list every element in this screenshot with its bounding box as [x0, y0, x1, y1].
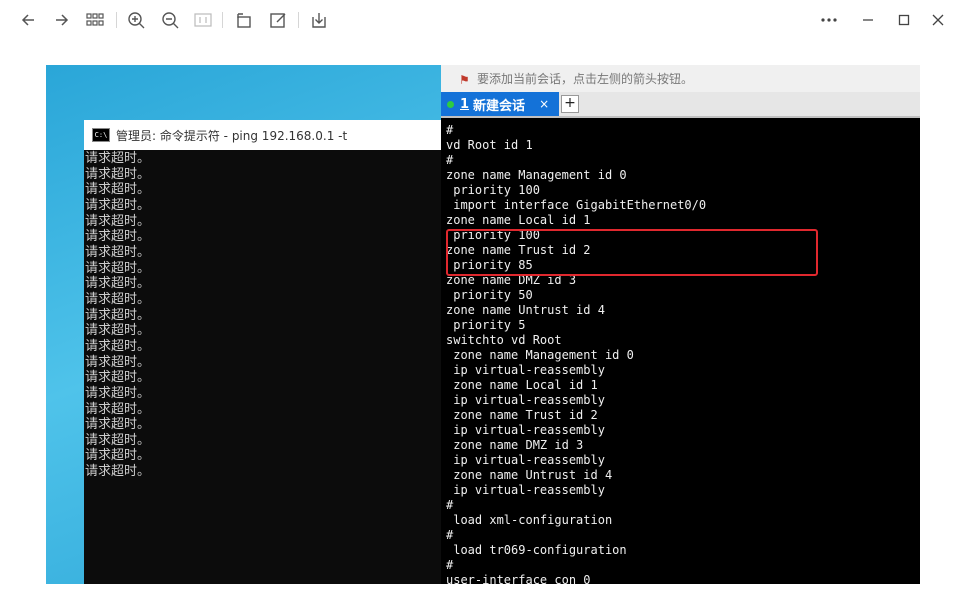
cmd-output-line: 请求超时。	[85, 464, 151, 480]
terminal-output-line: vd Root id 1	[446, 138, 533, 152]
terminal-output-line: priority 50	[446, 288, 533, 302]
terminal-output-line: user-interface con 0	[446, 573, 591, 584]
image-viewport: C:\ 管理员: 命令提示符 - ping 192.168.0.1 -t 请求超…	[46, 65, 920, 584]
terminal-output-line: priority 5	[446, 318, 526, 332]
back-arrow-icon[interactable]	[16, 8, 40, 32]
tab-new-session[interactable]: 1 新建会话 ×	[441, 92, 559, 116]
download-icon[interactable]	[307, 8, 331, 32]
terminal-output-line: load xml-configuration	[446, 513, 613, 527]
highlight-box	[446, 229, 818, 276]
cmd-output-line: 请求超时。	[85, 307, 151, 323]
cmd-output-line: 请求超时。	[85, 229, 151, 245]
viewer-toolbar	[0, 0, 966, 40]
terminal-output-line: ip virtual-reassembly	[446, 423, 605, 437]
terminal-output-line: switchto vd Root	[446, 333, 562, 347]
cmd-output-line: 请求超时。	[85, 354, 151, 370]
cmd-output-line: 请求超时。	[85, 291, 151, 307]
cmd-output: 请求超时。 请求超时。 请求超时。 请求超时。 请求超时。 请求超时。 请求超时。 请求超时。…	[84, 150, 442, 480]
terminal-output-line: zone name Management id 0	[446, 348, 634, 362]
session-tab-bar: 1 新建会话 × +	[441, 92, 920, 118]
more-icon[interactable]	[817, 8, 841, 32]
add-tab-button[interactable]: +	[561, 95, 579, 113]
terminal-output-line: ip virtual-reassembly	[446, 363, 605, 377]
terminal-output-line: ip virtual-reassembly	[446, 483, 605, 497]
connected-status-icon	[447, 100, 454, 108]
cmd-output-line: 请求超时。	[85, 401, 151, 417]
terminal-output-line: ip virtual-reassembly	[446, 453, 605, 467]
terminal-output-line: zone name Untrust id 4	[446, 468, 613, 482]
cmd-output-line: 请求超时。	[85, 417, 151, 433]
forward-arrow-icon[interactable]	[50, 8, 74, 32]
cmd-output-line: 请求超时。	[85, 197, 151, 213]
tab-close-icon[interactable]: ×	[539, 97, 549, 111]
edit-icon[interactable]	[266, 8, 290, 32]
terminal-output-line: zone name Trust id 2	[446, 408, 598, 422]
cmd-output-line: 请求超时。	[85, 432, 151, 448]
cmd-title: 管理员: 命令提示符 - ping 192.168.0.1 -t	[116, 128, 348, 143]
grid-icon[interactable]	[83, 8, 107, 32]
cmd-window[interactable]: C:\ 管理员: 命令提示符 - ping 192.168.0.1 -t 请求超…	[84, 120, 442, 584]
cmd-output-line: 请求超时。	[85, 370, 151, 386]
terminal-output-line: #	[446, 153, 454, 167]
cmd-output-line: 请求超时。	[85, 213, 151, 229]
session-hint-bar: ⚑ 要添加当前会话，点击左侧的箭头按钮。	[441, 65, 920, 92]
cmd-output-line: 请求超时。	[85, 276, 151, 292]
cmd-output-line: 请求超时。	[85, 338, 151, 354]
bookmark-icon[interactable]: ⚑	[459, 73, 471, 87]
tab-number: 1	[460, 96, 470, 112]
terminal-output-line: load tr069-configuration	[446, 543, 627, 557]
terminal-window[interactable]: ⚑ 要添加当前会话，点击左侧的箭头按钮。 1 新建会话 × + # vd Root…	[441, 65, 920, 584]
cmd-output-line: 请求超时。	[85, 323, 151, 339]
zoom-in-icon[interactable]	[124, 8, 148, 32]
cmd-output-line: 请求超时。	[85, 166, 151, 182]
toolbar-divider	[222, 12, 223, 28]
terminal-output-line: #	[446, 528, 454, 542]
terminal-output-line: priority 100	[446, 183, 540, 197]
close-icon[interactable]	[926, 8, 950, 32]
session-hint-text: 要添加当前会话，点击左侧的箭头按钮。	[477, 72, 694, 86]
terminal-output-line: import interface GigabitEthernet0/0	[446, 198, 707, 212]
terminal-output-line: zone name Management id 0	[446, 168, 627, 182]
cmd-output-line: 请求超时。	[85, 385, 151, 401]
terminal-output-line: #	[446, 558, 454, 572]
terminal-output-line: #	[446, 498, 454, 512]
fit-icon[interactable]	[191, 8, 215, 32]
cmd-output-line: 请求超时。	[85, 182, 151, 198]
zoom-out-icon[interactable]	[158, 8, 182, 32]
cmd-title-bar[interactable]: C:\ 管理员: 命令提示符 - ping 192.168.0.1 -t	[84, 120, 442, 150]
terminal-output: # vd Root id 1 # zone name Management id 0 …	[441, 123, 920, 584]
cmd-icon: C:\	[92, 128, 110, 142]
cmd-output-line: 请求超时。	[85, 244, 151, 260]
minimize-icon[interactable]	[856, 8, 880, 32]
cmd-output-line: 请求超时。	[85, 260, 151, 276]
terminal-output-line: zone name Local id 1	[446, 213, 591, 227]
terminal-output-line: zone name Untrust id 4	[446, 303, 605, 317]
cmd-output-line: 请求超时。	[85, 151, 151, 166]
cmd-output-line: 请求超时。	[85, 448, 151, 464]
tab-label: 新建会话	[473, 98, 526, 114]
terminal-output-line: zone name Local id 1	[446, 378, 598, 392]
toolbar-divider	[116, 12, 117, 28]
terminal-output-line: zone name DMZ id 3	[446, 438, 584, 452]
toolbar-divider	[298, 12, 299, 28]
maximize-icon[interactable]	[892, 8, 916, 32]
terminal-output-line: ip virtual-reassembly	[446, 393, 605, 407]
rotate-icon[interactable]	[232, 8, 256, 32]
terminal-output-line: #	[446, 123, 454, 137]
